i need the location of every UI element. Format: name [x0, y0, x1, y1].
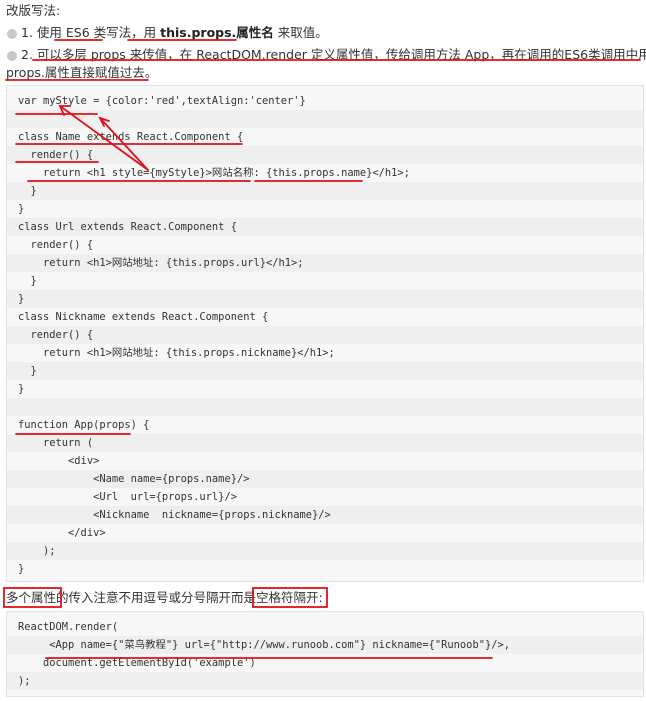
code-line: class Url extends React.Component { — [18, 221, 237, 233]
code-line: class Nickname extends React.Component { — [18, 311, 269, 323]
list-item-1: 1. 使用 ES6 类写法，用 this.props.属性名 来取值。 — [21, 24, 328, 42]
note-text: 多个属性的传入注意不用逗号或分号隔开而是空格符隔开: — [6, 590, 323, 605]
item1-suffix: 来取值。 — [273, 25, 328, 40]
code-line-stripe — [7, 146, 643, 164]
code-line: ); — [18, 545, 56, 557]
code-line: <Name name={props.name}/> — [18, 473, 250, 485]
code-line-stripe — [7, 434, 643, 452]
code-line-stripe — [7, 110, 643, 128]
code-line-stripe — [7, 182, 643, 200]
code-line: return <h1>网站地址: {this.props.url}</h1>; — [18, 257, 304, 269]
bullet-icon — [7, 51, 17, 61]
code-line-stripe — [7, 290, 643, 308]
code-line: ); — [18, 675, 31, 687]
list-item-2-line1: 2. 可以多层 props 来传值，在 ReactDOM.render 定义属性… — [21, 47, 646, 62]
code-line: <div> — [18, 455, 100, 467]
code-line: document.getElementById('example') — [18, 657, 256, 669]
item1-bold: this.props.属性名 — [160, 25, 274, 40]
code-line: render() { — [18, 149, 94, 161]
code-line: var myStyle = {color:'red',textAlign:'ce… — [18, 95, 306, 107]
code-line: <Url url={props.url}/> — [18, 491, 237, 503]
code-line: function App(props) { — [18, 419, 150, 431]
item1-prefix: 1. 使用 ES6 类写法，用 — [21, 25, 161, 40]
code-block-2: ReactDOM.render( <App name={"菜鸟教程"} url=… — [6, 611, 644, 697]
code-line: return ( — [18, 437, 94, 449]
code-line: } — [18, 293, 25, 305]
code-line-stripe — [7, 326, 643, 344]
code-line: </div> — [18, 527, 106, 539]
list-item-2-line2: props.属性直接赋值过去。 — [6, 65, 158, 80]
code-line: } — [18, 275, 37, 287]
code-line: } — [18, 203, 25, 215]
code-line: <App name={"菜鸟教程"} url={"http://www.runo… — [18, 639, 510, 651]
code-line: return <h1 style={myStyle}>网站名称: {this.p… — [18, 167, 410, 179]
intro-text: 改版写法: — [6, 3, 61, 18]
code-line: ReactDOM.render( — [18, 621, 119, 633]
code-line: } — [18, 383, 25, 395]
code-line: render() { — [18, 329, 94, 341]
code-line: } — [18, 185, 37, 197]
code-line: return <h1>网站地址: {this.props.nickname}</… — [18, 347, 335, 359]
code-line-stripe — [7, 672, 643, 690]
code-line: render() { — [18, 239, 94, 251]
code-line-stripe — [7, 362, 643, 380]
code-line: } — [18, 563, 25, 575]
code-line: } — [18, 365, 37, 377]
code-line: <Nickname nickname={props.nickname}/> — [18, 509, 331, 521]
code-line-stripe — [7, 542, 643, 560]
code-block-1: var myStyle = {color:'red',textAlign:'ce… — [6, 85, 644, 582]
bullet-icon — [7, 29, 17, 39]
code-line: class Name extends React.Component { — [18, 131, 244, 143]
code-line-stripe — [7, 398, 643, 416]
